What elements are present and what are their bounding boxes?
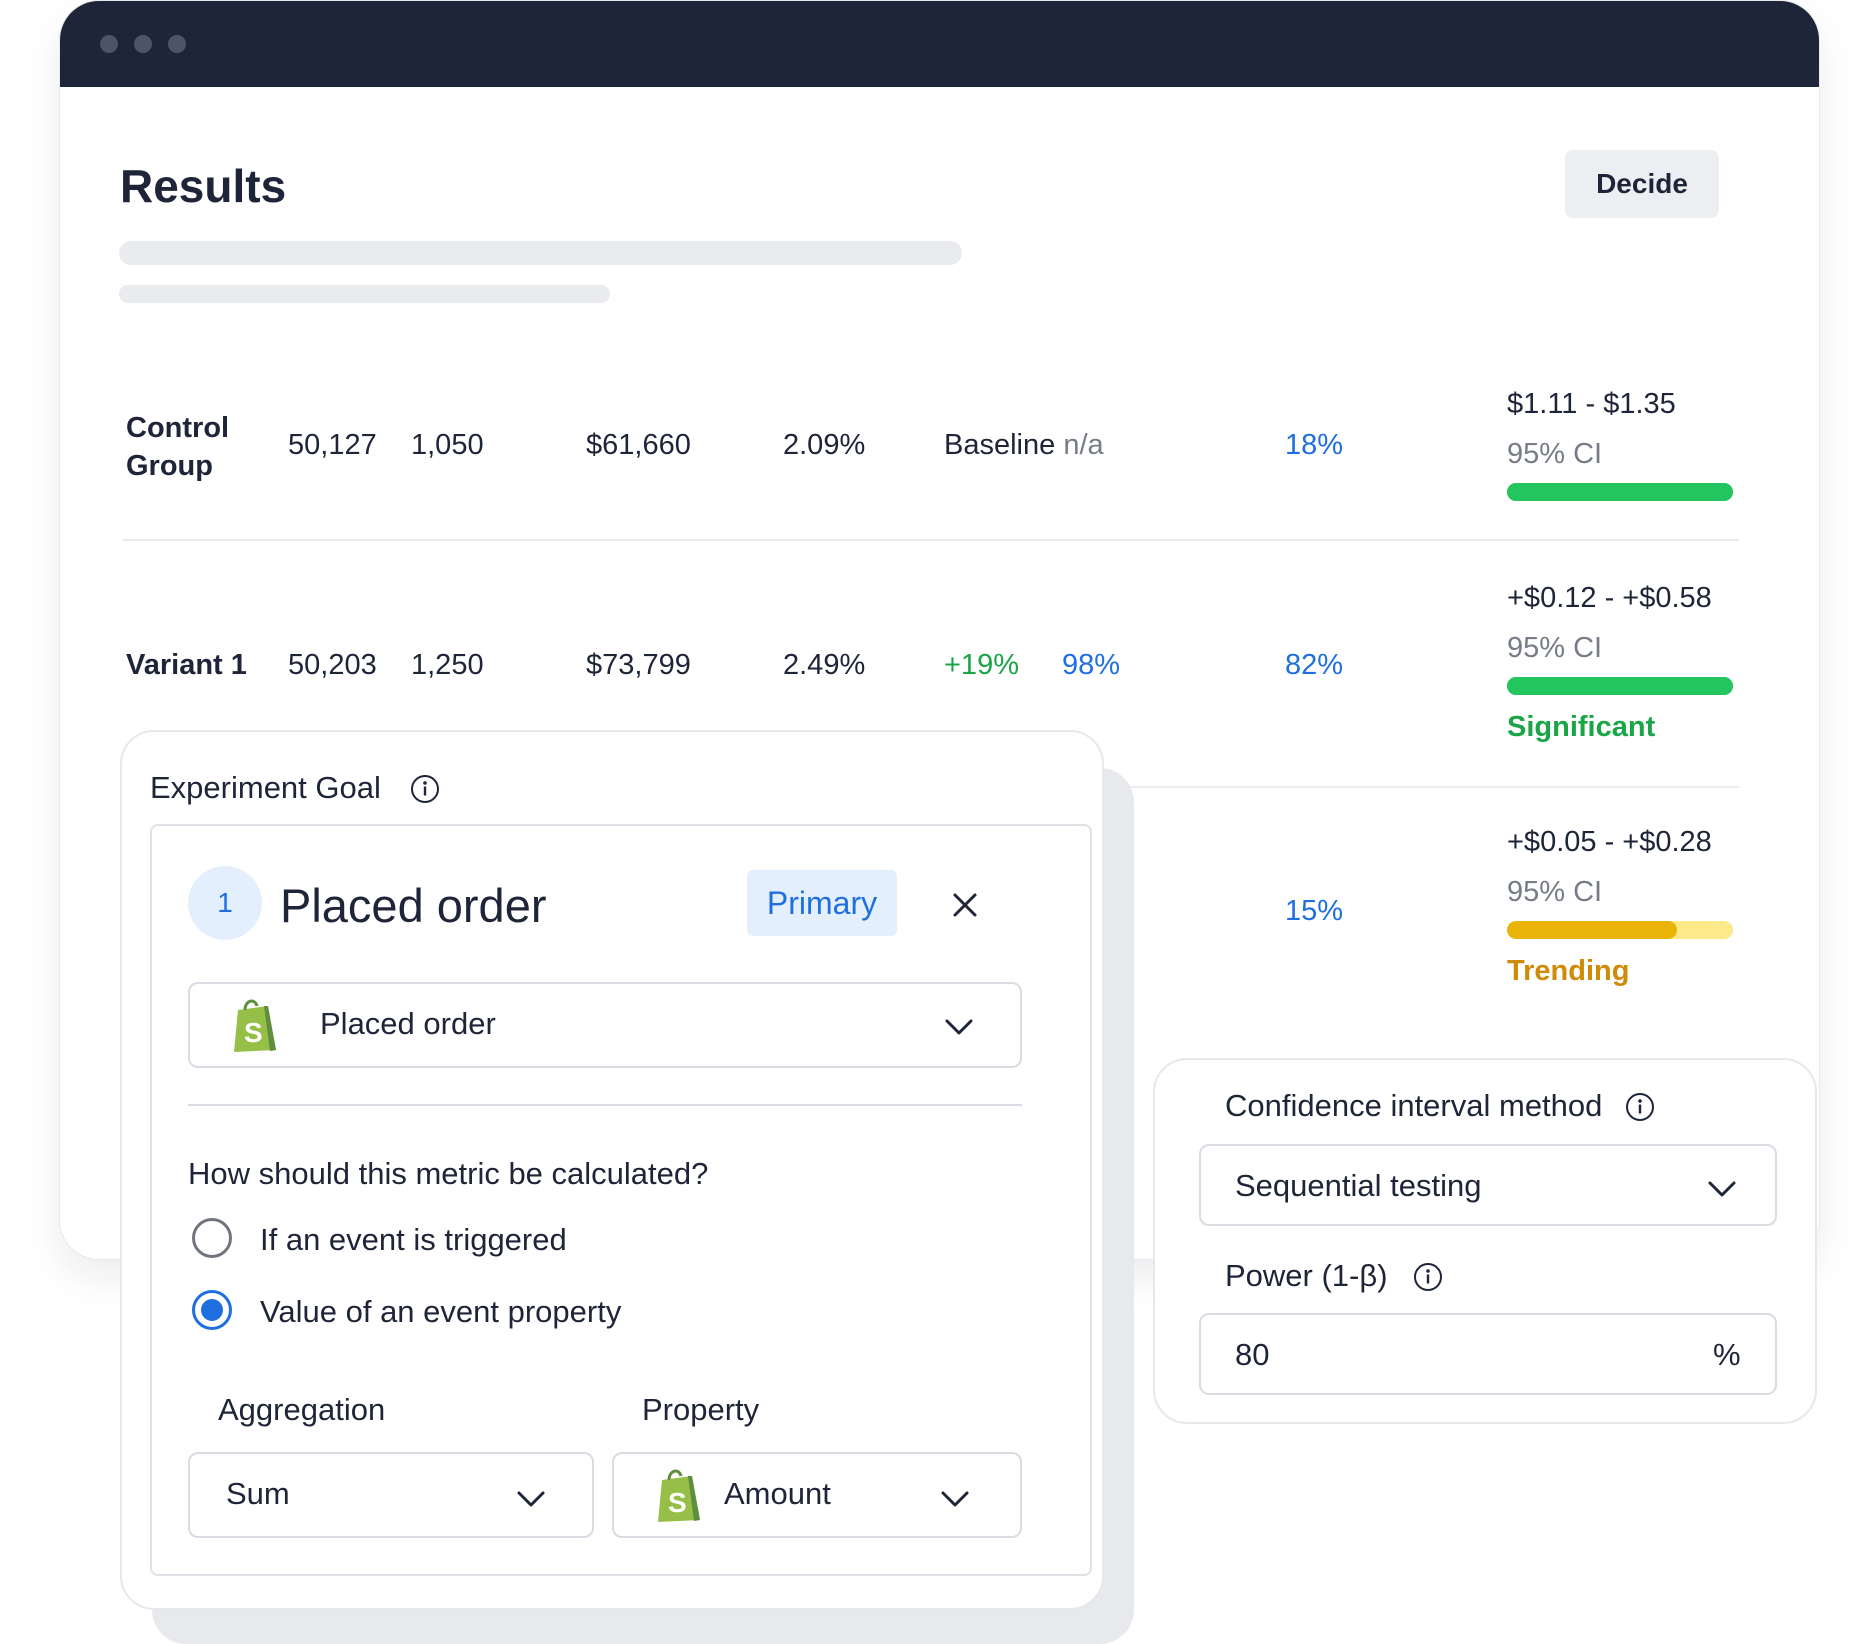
- aggregation-select-value: Sum: [226, 1476, 290, 1511]
- radio-label: If an event is triggered: [260, 1222, 567, 1257]
- row-visitors: 50,203: [288, 649, 377, 681]
- svg-text:S: S: [668, 1487, 687, 1518]
- info-icon[interactable]: [1625, 1092, 1655, 1122]
- table-row[interactable]: Control Group 50,127 1,050 $61,660 2.09%…: [60, 1, 1819, 541]
- svg-text:S: S: [244, 1017, 263, 1048]
- row-visitors: 50,127: [288, 429, 377, 461]
- chevron-down-icon: [1708, 1181, 1736, 1197]
- step-number-badge: 1: [188, 866, 262, 940]
- row-probability: 15%: [1285, 895, 1344, 927]
- row-conversions: 1,250: [411, 649, 484, 681]
- row-ci-range: +$0.12 - +$0.58: [1507, 582, 1712, 614]
- power-input-value: 80: [1235, 1337, 1270, 1372]
- goal-title: Placed order: [280, 879, 547, 932]
- ci-bar: [1507, 483, 1733, 501]
- row-ci-label: 95% CI: [1507, 632, 1603, 664]
- ci-method-select[interactable]: Sequential testing: [1199, 1144, 1777, 1226]
- ci-method-label: Confidence interval method: [1225, 1088, 1603, 1123]
- row-name: Variant 1: [126, 649, 247, 681]
- row-probability: 82%: [1285, 649, 1344, 681]
- ci-method-select-value: Sequential testing: [1235, 1168, 1482, 1203]
- settings-panel: Confidence interval method Sequential te…: [1153, 1058, 1817, 1424]
- radio-button-selected[interactable]: [192, 1290, 232, 1330]
- radio-label: Value of an event property: [260, 1294, 622, 1329]
- row-name: Control Group: [126, 412, 230, 482]
- row-lift-extra: n/a: [1063, 429, 1104, 461]
- row-revenue: $73,799: [586, 649, 691, 681]
- radio-button[interactable]: [192, 1218, 232, 1258]
- row-ci-label: 95% CI: [1507, 438, 1603, 470]
- chevron-down-icon: [941, 1491, 969, 1507]
- primary-badge: Primary: [747, 870, 897, 936]
- status-badge: Significant: [1507, 711, 1656, 743]
- radio-option-event-triggered[interactable]: If an event is triggered: [188, 1216, 788, 1264]
- info-icon[interactable]: [410, 774, 440, 804]
- row-rate: 2.49%: [783, 649, 866, 681]
- divider: [188, 1104, 1022, 1106]
- experiment-goal-heading: Experiment Goal: [150, 770, 381, 805]
- row-lift: Baseline n/a: [944, 429, 1104, 462]
- status-badge: Trending: [1507, 955, 1630, 987]
- chevron-down-icon: [945, 1019, 973, 1035]
- property-select-value: Amount: [724, 1476, 831, 1511]
- event-select-value: Placed order: [320, 1006, 496, 1041]
- power-label: Power (1-β): [1225, 1258, 1388, 1293]
- shopify-bag-icon: S: [658, 1469, 700, 1522]
- row-probability: 18%: [1285, 429, 1344, 461]
- row-lift-extra: 98%: [1062, 649, 1121, 681]
- power-input[interactable]: 80 %: [1199, 1313, 1777, 1395]
- experiment-goal-panel: Experiment Goal 1 Placed order Primary S…: [120, 730, 1104, 1610]
- event-select[interactable]: S Placed order: [188, 982, 1022, 1068]
- ci-bar-fill: [1507, 483, 1733, 501]
- row-revenue: $61,660: [586, 429, 691, 461]
- ci-bar-fill: [1507, 921, 1677, 939]
- ci-bar: [1507, 921, 1733, 939]
- row-lift-value: Baseline: [944, 429, 1056, 461]
- ci-bar-fill: [1507, 677, 1733, 695]
- radio-option-event-property[interactable]: Value of an event property: [188, 1288, 788, 1336]
- ci-bar: [1507, 677, 1733, 695]
- shopify-bag-icon: S: [234, 999, 276, 1052]
- aggregation-label: Aggregation: [218, 1392, 386, 1427]
- info-icon[interactable]: [1413, 1262, 1443, 1292]
- aggregation-select[interactable]: Sum: [188, 1452, 594, 1538]
- close-icon[interactable]: [952, 892, 978, 918]
- row-conversions: 1,050: [411, 429, 484, 461]
- power-unit: %: [1713, 1337, 1741, 1372]
- goal-card: 1 Placed order Primary S Placed order Ho…: [150, 824, 1092, 1576]
- calculation-question: How should this metric be calculated?: [188, 1156, 709, 1191]
- row-ci-range: +$0.05 - +$0.28: [1507, 826, 1712, 858]
- row-lift-value: +19%: [944, 649, 1019, 681]
- property-label: Property: [642, 1392, 760, 1427]
- property-select[interactable]: S Amount: [612, 1452, 1022, 1538]
- row-ci-label: 95% CI: [1507, 876, 1603, 908]
- row-ci-range: $1.11 - $1.35: [1507, 388, 1676, 420]
- chevron-down-icon: [517, 1491, 545, 1507]
- row-rate: 2.09%: [783, 429, 866, 461]
